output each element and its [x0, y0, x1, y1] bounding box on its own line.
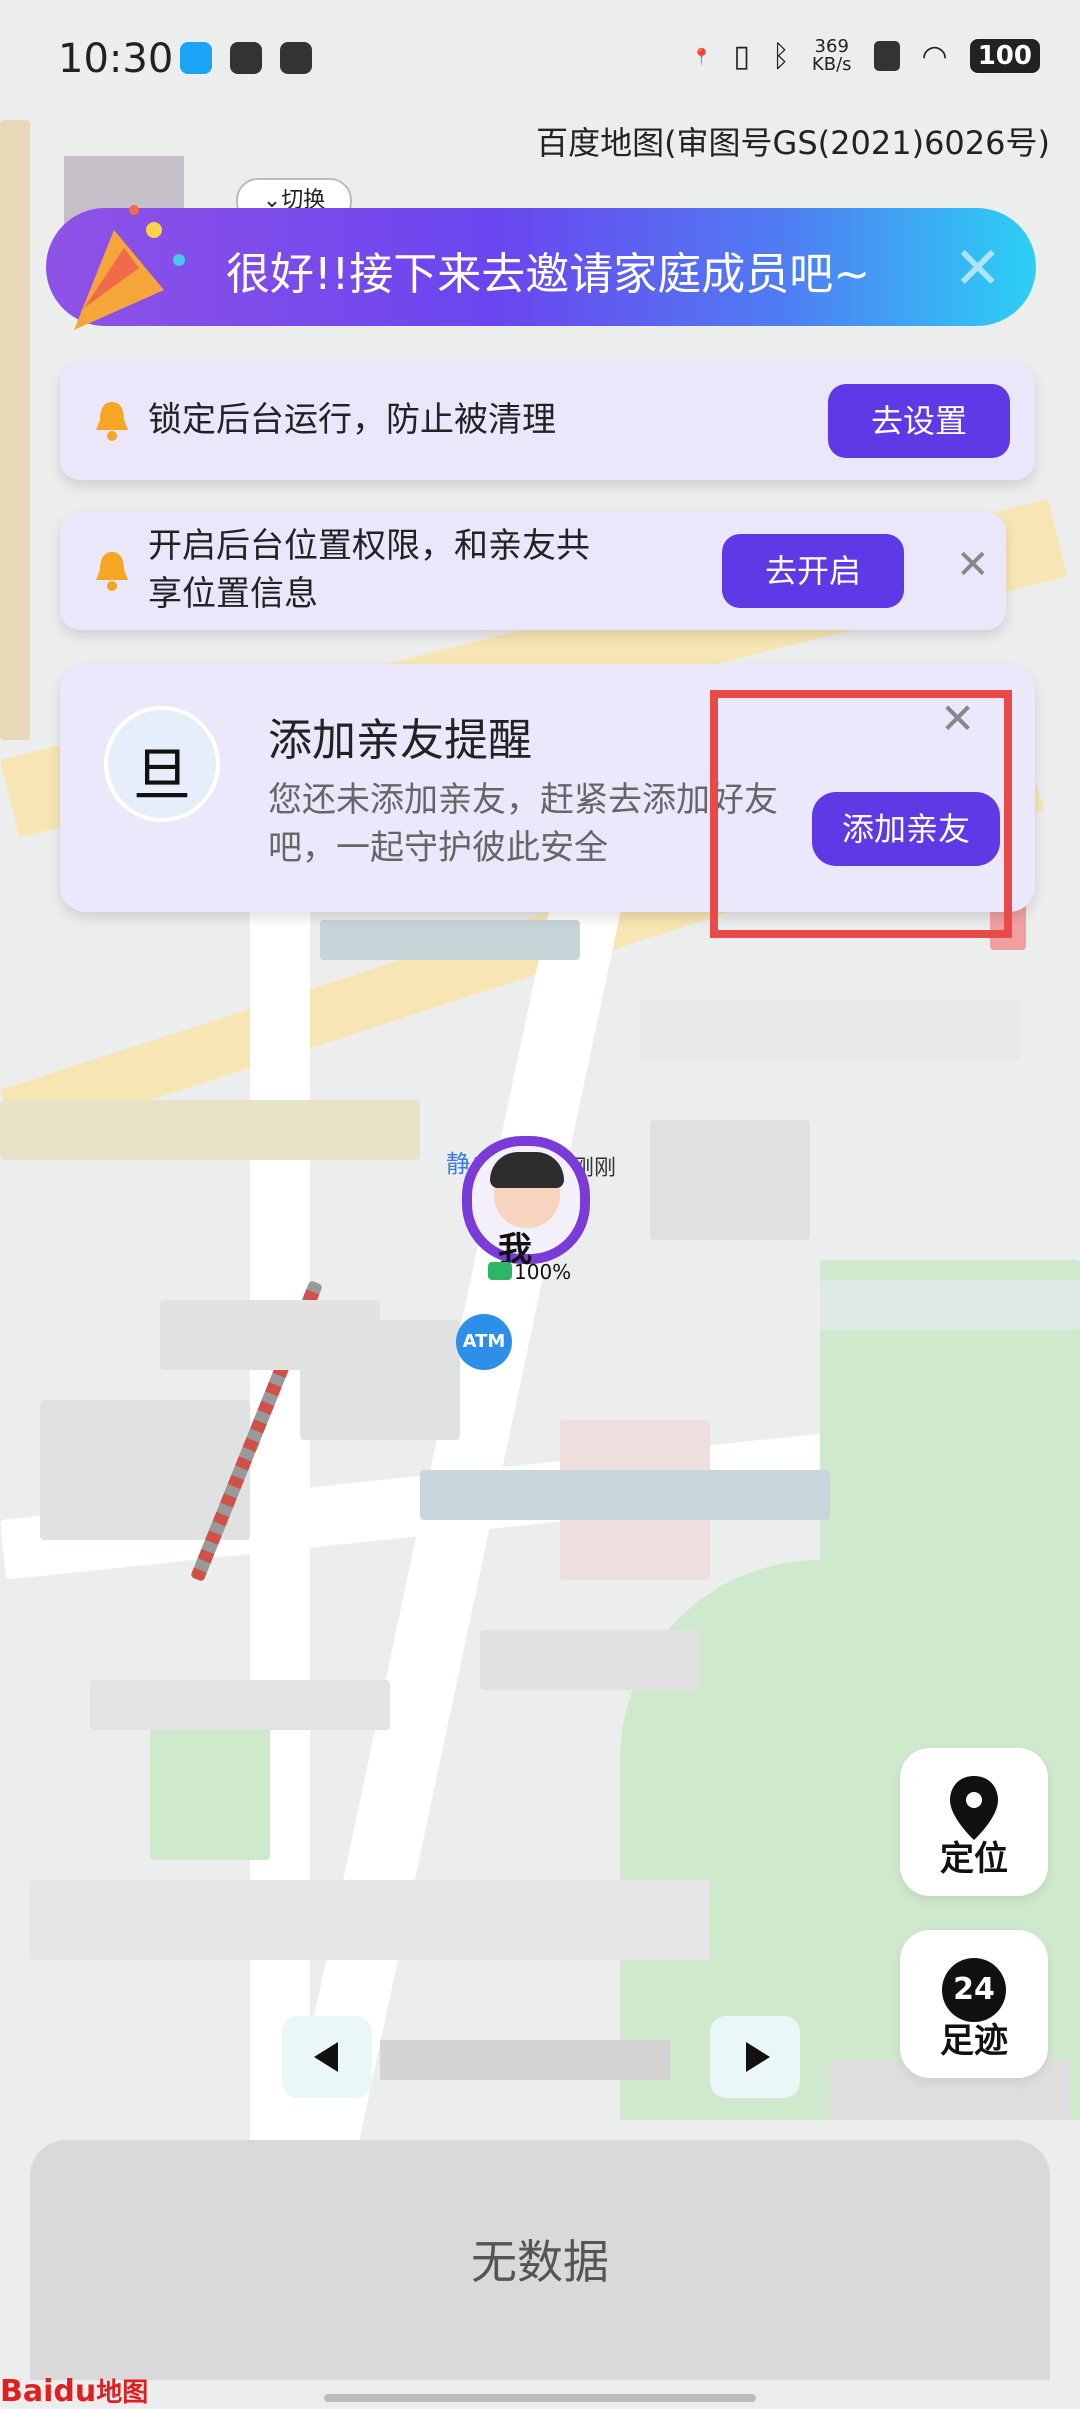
baidu-text: Baidu	[0, 2374, 97, 2409]
battery-icon	[488, 1262, 512, 1280]
locate-button[interactable]: 定位	[900, 1748, 1048, 1896]
reminder-text-line1: 开启后台位置权限，和亲友共	[148, 526, 590, 566]
reminder-text: 锁定后台运行，防止被清理	[148, 400, 556, 440]
blurred-label	[0, 1100, 420, 1160]
empty-state-text: 无数据	[471, 2235, 609, 2289]
bell-icon	[96, 402, 128, 441]
location-icon: 📍	[691, 46, 712, 66]
bell-icon	[96, 552, 128, 591]
qq-icon	[180, 42, 212, 74]
bottom-sheet: 无数据	[30, 2140, 1050, 2380]
home-indicator[interactable]	[324, 2394, 756, 2402]
blurred-label	[420, 1470, 830, 1520]
map-copyright: 百度地图(审图号GS(2021)6026号)	[536, 124, 1050, 162]
location-permission-reminder: 开启后台位置权限，和亲友共 享位置信息 去开启 ✕	[60, 512, 1006, 630]
inbox-icon	[280, 42, 312, 74]
app-icon	[230, 42, 262, 74]
battery-indicator: 100	[969, 39, 1040, 73]
user-battery: 100%	[514, 1260, 572, 1284]
baidu-map-logo: Baidu地图	[0, 2372, 148, 2409]
blurred-label	[320, 920, 580, 960]
avatar-hair	[490, 1152, 564, 1188]
banner-text: 很好!!接下来去邀请家庭成员吧~	[226, 249, 871, 300]
track-button[interactable]: 24 足迹	[900, 1930, 1048, 2078]
reminder-icon: 旦	[104, 706, 220, 822]
speed-unit: KB/s	[811, 54, 852, 75]
enable-permission-button[interactable]: 去开启	[722, 534, 904, 608]
blurred-label	[820, 1280, 1080, 1330]
blurred-edge	[0, 120, 30, 740]
atm-icon[interactable]: ATM	[456, 1314, 512, 1370]
lock-background-reminder: 锁定后台运行，防止被清理 去设置	[60, 362, 1035, 480]
blurred-label	[640, 1000, 1020, 1060]
reminder-title: 添加亲友提醒	[268, 715, 532, 766]
triangle-left-icon	[314, 2042, 338, 2072]
next-button[interactable]	[710, 2016, 800, 2098]
network-speed: 369 KB/s	[812, 38, 852, 74]
reminder-text-line2: 享位置信息	[148, 574, 318, 614]
track-label: 足迹	[940, 2021, 1008, 2061]
playback-range-blurred	[380, 2040, 670, 2080]
blurred-label	[90, 1680, 390, 1730]
triangle-right-icon	[746, 2042, 770, 2072]
close-icon[interactable]: ✕	[953, 234, 1002, 302]
blurred-label	[480, 1630, 700, 1690]
reminder-icon-char: 旦	[132, 741, 191, 809]
system-status: 📍 ▯ ᛒ 369 KB/s ◠ 100	[691, 38, 1040, 74]
notification-icons	[180, 42, 312, 74]
vibrate-icon: ▯	[733, 38, 750, 74]
locate-label: 定位	[940, 1839, 1008, 1879]
bluetooth-icon: ᛒ	[771, 38, 790, 74]
status-bar: 10:30 📍 ▯ ᛒ 369 KB/s ◠ 100	[0, 0, 1080, 120]
party-popper-icon	[74, 205, 185, 330]
blurred-label	[30, 1880, 710, 1960]
close-icon[interactable]: ✕	[956, 542, 990, 588]
go-settings-button[interactable]: 去设置	[828, 384, 1010, 458]
wifi-icon: ◠	[921, 38, 948, 74]
baidu-map-text: 地图	[96, 2378, 149, 2408]
highlight-box	[710, 690, 1012, 938]
status-time: 10:30	[58, 36, 174, 82]
blurred-label	[160, 1300, 380, 1370]
building	[650, 1120, 810, 1240]
sim-off-icon	[873, 41, 900, 71]
prev-button[interactable]	[282, 2016, 372, 2098]
